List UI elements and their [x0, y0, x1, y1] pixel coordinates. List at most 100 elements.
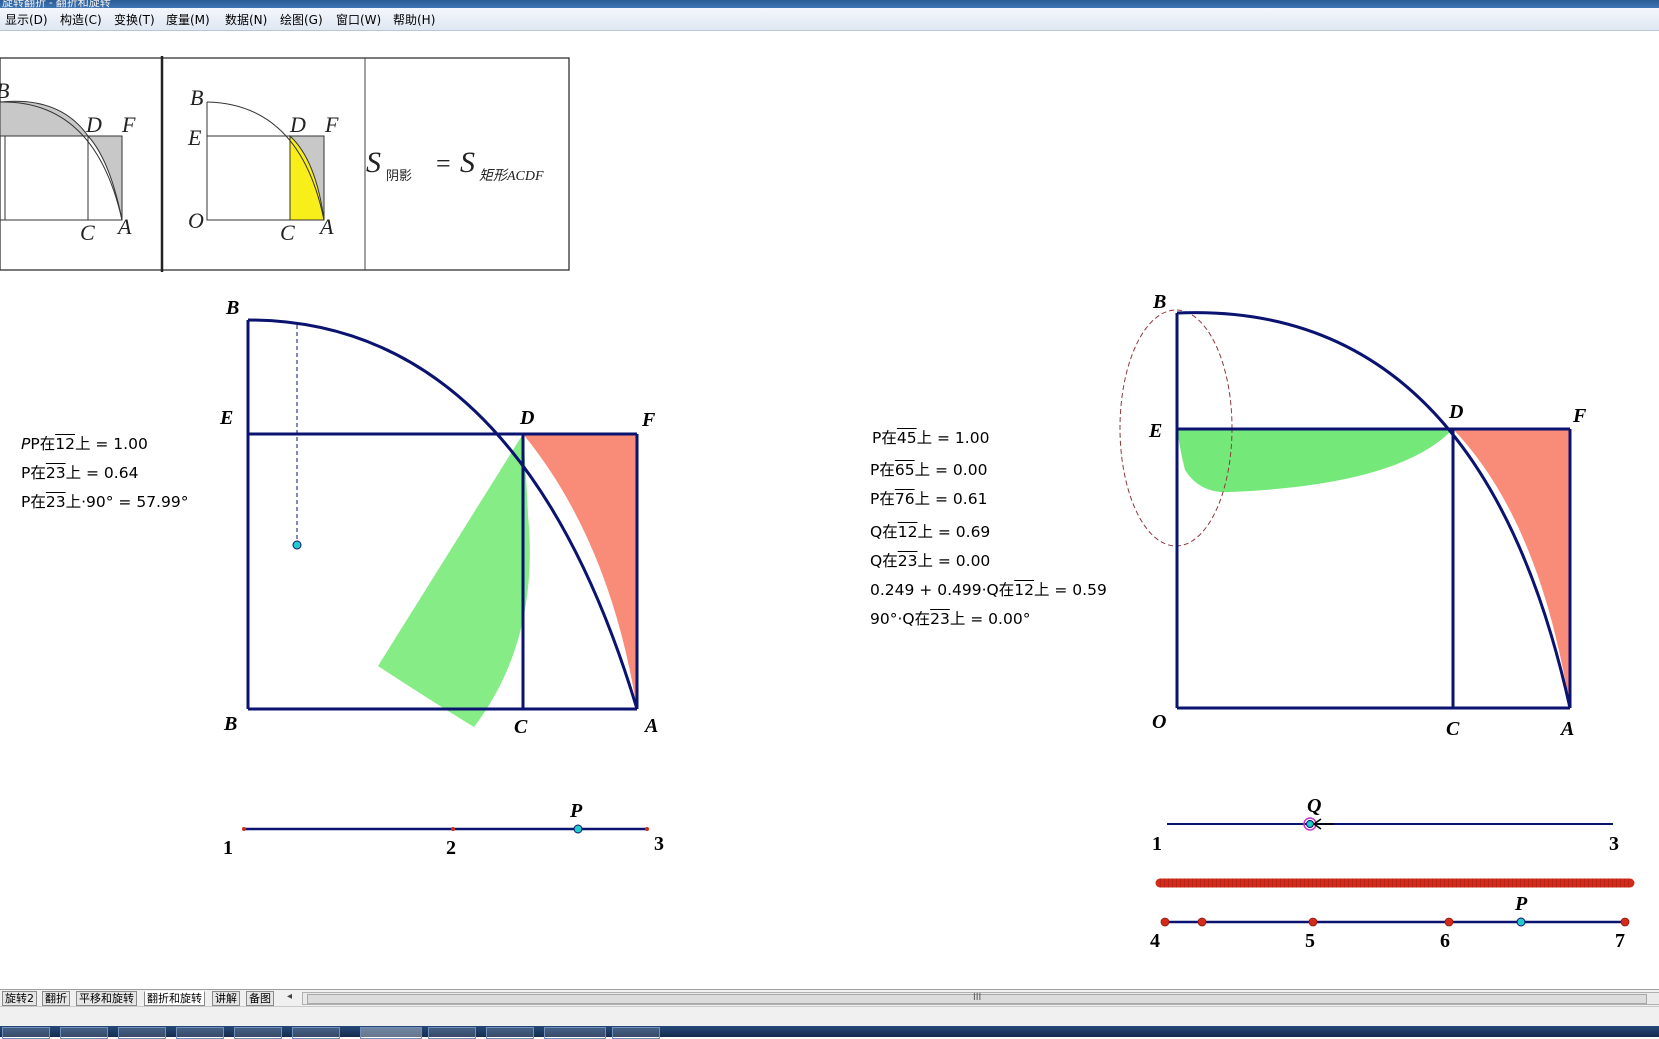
ref1-label-c: C [80, 220, 95, 245]
right-slider-p-label-4: 4 [1150, 930, 1160, 952]
window-title: 旋转翻折 - 翻折和旋转 [2, 0, 111, 8]
right-label-b: B [1152, 291, 1166, 313]
taskbar-app-button[interactable] [544, 1027, 606, 1039]
left-slider-point-1[interactable] [242, 827, 246, 831]
formula-lhs-sub: 阴影 [386, 169, 412, 184]
meas-prefix: 0.249 + 0.499·Q在 [870, 581, 1015, 599]
right-measurement-1[interactable]: P在45上 = 1.00 [872, 426, 989, 448]
right-slider-point-4[interactable] [1160, 917, 1170, 927]
meas-segment: 76 [894, 490, 915, 508]
right-salmon-region[interactable] [1453, 429, 1570, 708]
right-slider-point-q[interactable] [1306, 820, 1314, 828]
reference-image: B D F C A B E D F O C A S 阴影 = S 矩形ACDF [0, 56, 570, 272]
left-slider-point-3[interactable] [645, 827, 649, 831]
meas-suffix: 上 = 0.61 [914, 490, 988, 508]
left-label-d: D [519, 407, 534, 429]
right-measurement-2[interactable]: P在65上 = 0.00 [870, 458, 987, 480]
meas-segment: 23 [897, 552, 918, 570]
formula-lhs: S [366, 146, 381, 179]
menu-data[interactable]: 数据(N) [225, 11, 267, 28]
ref2-label-f: F [324, 112, 339, 137]
right-slider-p-label-7: 7 [1615, 930, 1625, 952]
taskbar-app-button[interactable] [60, 1027, 108, 1039]
left-measurement-3[interactable]: P在23上·90° = 57.99° [21, 490, 188, 512]
taskbar-active-app-button[interactable] [360, 1027, 422, 1039]
left-label-a: A [643, 715, 658, 737]
taskbar-app-button[interactable] [234, 1027, 282, 1039]
right-slider-p-label-5: 5 [1305, 930, 1315, 952]
right-label-o: O [1152, 711, 1166, 733]
ref2-label-a: A [318, 214, 334, 239]
right-slider-point-7[interactable] [1620, 917, 1630, 927]
left-measurement-2[interactable]: P在23上 = 0.64 [21, 461, 138, 483]
right-measurement-7[interactable]: 90°·Q在23上 = 0.00° [870, 607, 1030, 629]
right-slider-q-label-3: 3 [1609, 833, 1619, 855]
tab-fold[interactable]: 翻折 [42, 991, 70, 1006]
taskbar-app-button[interactable] [118, 1027, 166, 1039]
taskbar-app-button[interactable] [292, 1027, 340, 1039]
menu-display[interactable]: 显示(D) [5, 11, 48, 28]
right-label-d: D [1448, 401, 1463, 423]
meas-segment: 12 [55, 435, 75, 453]
meas-suffix: 上 = 0.69 [917, 523, 991, 541]
left-salmon-region[interactable] [523, 434, 637, 709]
left-green-sector[interactable] [378, 434, 530, 727]
os-taskbar [0, 1026, 1659, 1039]
tab-backup[interactable]: 备图 [246, 991, 274, 1006]
ref2-label-c: C [280, 220, 295, 245]
left-slider-point-2[interactable] [451, 827, 455, 831]
meas-segment: 23 [930, 610, 950, 628]
taskbar-app-button[interactable] [486, 1027, 534, 1039]
meas-suffix: 上 = 1.00 [74, 435, 148, 453]
right-slider-point-4b[interactable] [1197, 917, 1207, 927]
meas-prefix: P在 [872, 429, 897, 447]
menu-window[interactable]: 窗口(W) [336, 11, 381, 28]
meas-suffix: 上 = 0.00 [917, 552, 991, 570]
right-label-f: F [1572, 405, 1587, 427]
meas-segment: 23 [45, 464, 66, 482]
left-measurement-1[interactable]: PP在12上 = 1.00 [21, 432, 148, 454]
taskbar-app-button[interactable] [176, 1027, 224, 1039]
right-measurement-4[interactable]: Q在12上 = 0.69 [870, 520, 990, 542]
menu-transform[interactable]: 变换(T) [114, 11, 155, 28]
menu-help[interactable]: 帮助(H) [393, 11, 435, 28]
sketch-drawing: B D F C A B E D F O C A S 阴影 = S 矩形ACDF [0, 56, 1635, 952]
right-measurement-3[interactable]: P在76上 = 0.61 [870, 487, 987, 509]
tab-scroll-left-icon[interactable]: ◂ [287, 991, 292, 1002]
left-label-f: F [641, 409, 656, 431]
right-label-e: E [1148, 420, 1162, 442]
taskbar-app-button[interactable] [428, 1027, 476, 1039]
ref1-label-a: A [116, 214, 132, 239]
tab-explain[interactable]: 讲解 [212, 991, 240, 1006]
menu-construct[interactable]: 构造(C) [60, 11, 102, 28]
right-slider-point-5[interactable] [1308, 917, 1318, 927]
meas-prefix: Q在 [870, 552, 898, 570]
tab-fold-rotate[interactable]: 翻折和旋转 [144, 991, 205, 1006]
tab-rotate2[interactable]: 旋转2 [2, 991, 37, 1006]
ref1-label-f: F [121, 112, 136, 137]
meas-segment: 45 [896, 429, 917, 447]
right-slider-point-p[interactable] [1516, 917, 1526, 927]
menu-measure[interactable]: 度量(M) [166, 11, 210, 28]
right-green-region[interactable] [1177, 429, 1453, 493]
left-slider-label-1: 1 [223, 837, 233, 859]
ref1-label-d: D [85, 112, 102, 137]
scrollbar-thumb[interactable]: III [307, 992, 1647, 1004]
right-measurement-6[interactable]: 0.249 + 0.499·Q在12上 = 0.59 [870, 578, 1107, 600]
scrollbar-grip-icon: III [973, 992, 982, 1003]
formula-eq: = [436, 149, 451, 178]
horizontal-scrollbar[interactable]: III [302, 992, 1659, 1005]
sketch-canvas[interactable]: B D F C A B E D F O C A S 阴影 = S 矩形ACDF [0, 31, 1659, 989]
left-slider-point-p[interactable] [573, 824, 583, 834]
meas-segment: 12 [1014, 581, 1034, 599]
right-slider-p-label-p: P [1514, 893, 1528, 915]
taskbar-app-button[interactable] [612, 1027, 660, 1039]
taskbar-start-button[interactable] [2, 1027, 50, 1039]
menu-graph[interactable]: 绘图(G) [280, 11, 323, 28]
right-measurement-5[interactable]: Q在23上 = 0.00 [870, 549, 990, 571]
right-slider-point-6[interactable] [1444, 917, 1454, 927]
left-slider-label-p: P [569, 800, 583, 822]
left-trace-point[interactable] [292, 540, 302, 550]
tab-translate-rotate[interactable]: 平移和旋转 [76, 991, 137, 1006]
formula-rhs: S [460, 146, 475, 179]
